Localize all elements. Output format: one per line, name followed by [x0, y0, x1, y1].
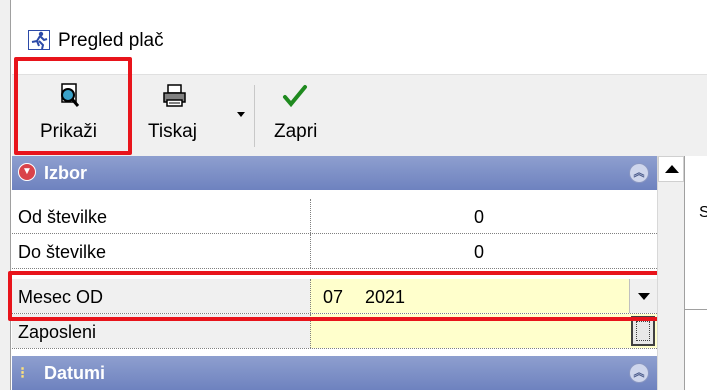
app-icon	[28, 30, 50, 50]
section-header-datumi[interactable]: ⁝ Datumi ︽	[12, 356, 657, 390]
right-panel-divider	[685, 309, 707, 310]
collapse-icon[interactable]: ︽	[629, 163, 649, 183]
do-stevilke-label: Do številke	[18, 242, 107, 262]
close-button-label: Zapri	[274, 121, 318, 142]
window-left-border	[0, 0, 11, 390]
printer-icon	[162, 83, 188, 114]
arrow-up-icon	[665, 165, 679, 173]
vertical-scrollbar[interactable]	[657, 156, 684, 390]
print-button-label: Tiskaj	[148, 121, 197, 142]
row-do-stevilke: Do številke 0	[12, 234, 657, 269]
close-button[interactable]: Zapri	[262, 75, 342, 155]
toolbar-separator	[254, 85, 255, 147]
od-stevilke-input[interactable]: 0	[310, 199, 657, 233]
od-stevilke-label: Od številke	[18, 207, 108, 227]
od-stevilke-value: 0	[474, 207, 485, 227]
window-title: Pregled plač	[58, 30, 164, 51]
print-button[interactable]: Tiskaj	[138, 75, 246, 155]
zaposleni-label: Zaposleni	[18, 322, 97, 342]
checkmark-icon	[282, 83, 308, 114]
section-header-izbor[interactable]: ▼ Izbor ︽	[12, 156, 657, 190]
section-title: Izbor	[44, 163, 87, 183]
do-stevilke-value: 0	[474, 242, 485, 262]
right-panel-text: S	[699, 204, 707, 221]
print-dropdown-arrow[interactable]	[237, 112, 245, 117]
collapse-icon-datumi[interactable]: ︽	[629, 363, 649, 383]
row-od-stevilke: Od številke 0	[12, 199, 657, 234]
right-panel: S	[684, 156, 707, 390]
section-expand-icon: ▼	[18, 163, 36, 181]
highlight-show-button	[14, 57, 132, 155]
do-stevilke-input[interactable]: 0	[310, 234, 657, 268]
section-title-datumi: Datumi	[44, 363, 106, 383]
scroll-up-button[interactable]	[658, 156, 684, 182]
section-drag-icon: ⁝	[20, 365, 26, 382]
highlight-mesec-od	[8, 271, 662, 321]
